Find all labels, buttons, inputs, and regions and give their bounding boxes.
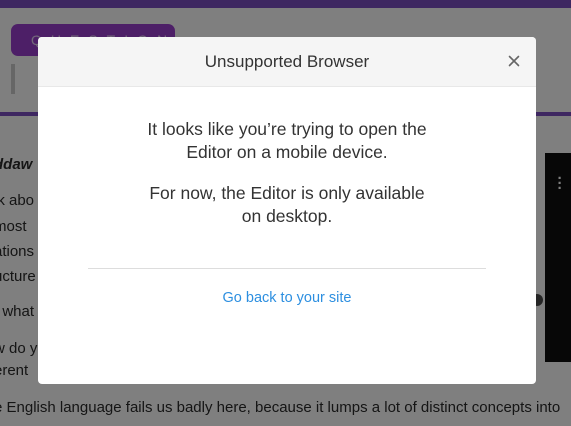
message-line: Editor on a mobile device.: [186, 142, 388, 162]
dialog-header: Unsupported Browser: [38, 37, 536, 87]
message-line: For now, the Editor is only available: [149, 183, 425, 203]
dialog-body: It looks like you’re trying to open the …: [38, 118, 536, 228]
dialog-divider: [88, 268, 486, 269]
desktop-only-message: For now, the Editor is only available on…: [38, 182, 536, 228]
go-back-link[interactable]: Go back to your site: [38, 290, 536, 306]
message-line: on desktop.: [241, 206, 333, 226]
unsupported-browser-dialog: Unsupported Browser It looks like you’re…: [38, 37, 536, 384]
message-line: It looks like you’re trying to open the: [147, 119, 427, 139]
close-icon[interactable]: [504, 51, 524, 71]
page: QUESTION ddaw lk abo most ations ucture …: [0, 0, 571, 426]
mobile-warning-message: It looks like you’re trying to open the …: [38, 118, 536, 164]
dialog-title: Unsupported Browser: [204, 52, 370, 71]
